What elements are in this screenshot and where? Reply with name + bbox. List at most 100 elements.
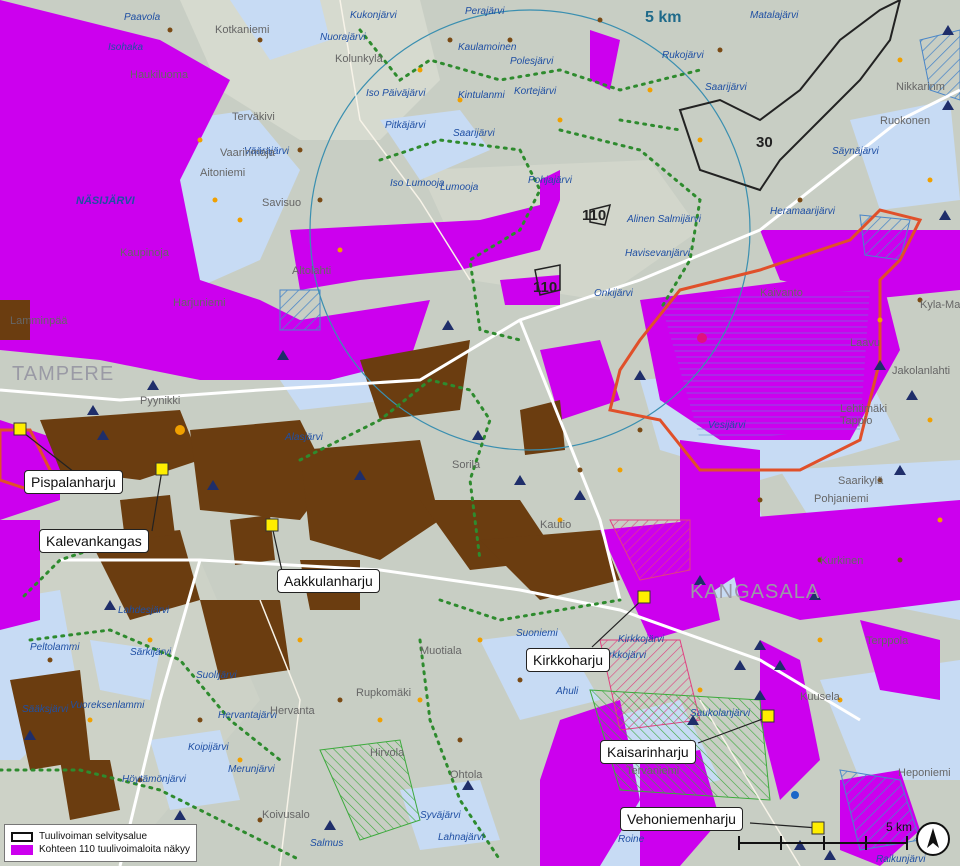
lake-label: Nuorajärvi [320, 32, 366, 43]
lake-label: Pitkäjärvi [385, 120, 426, 131]
svg-text:Tappio: Tappio [840, 415, 872, 427]
scale-bar-tick [780, 836, 782, 850]
lake-label: Syväjärvi [420, 810, 461, 821]
lake-label: Kaulamoinen [458, 42, 517, 53]
map-legend: Tuulivoiman selvitysalue Kohteen 110 tuu… [4, 824, 198, 862]
lake-label: Koipijärvi [188, 742, 229, 753]
lake-label: Paavola [124, 12, 161, 23]
svg-text:Harjuniemi: Harjuniemi [173, 297, 226, 309]
svg-text:Muotiala: Muotiala [420, 645, 462, 657]
lake-label: Polesjärvi [510, 56, 554, 67]
site-callout-aakkulanharju[interactable]: Aakkulanharju [277, 569, 380, 593]
lake-label: Rukojärvi [662, 50, 704, 61]
lake-label: Kortejärvi [514, 86, 557, 97]
lake-label: Lumooja [440, 182, 479, 193]
north-arrow-icon [916, 822, 950, 856]
protected-zone [279, 289, 321, 331]
svg-text:Ruokonen: Ruokonen [880, 115, 930, 127]
legend-item: Kohteen 110 tuulivoimaloita näkyy [11, 844, 190, 855]
svg-text:Lamminpää: Lamminpää [10, 315, 68, 327]
legend-swatch-outline [11, 831, 33, 842]
svg-text:Laavu: Laavu [850, 337, 880, 349]
lake-label: Saarijärvi [705, 82, 747, 93]
lake-label: Alasjärvi [284, 432, 324, 443]
svg-text:Terppola: Terppola [866, 635, 909, 647]
legend-label: Tuulivoiman selvitysalue [39, 831, 148, 842]
svg-text:Terväkivi: Terväkivi [232, 111, 275, 123]
lake-label: Hervantajärvi [218, 710, 278, 721]
lake-label: Salmus [310, 838, 343, 849]
lake-label: Matalajärvi [750, 10, 799, 21]
lake-label: Suolijärvi [196, 670, 237, 681]
svg-text:Kaivanto: Kaivanto [760, 287, 803, 299]
svg-text:Heponiemi: Heponiemi [898, 767, 951, 779]
svg-text:Tervaniemi: Tervaniemi [626, 765, 679, 777]
city-label: KANGASALA [690, 581, 820, 603]
lake-label: Alinen Salmijärvi [626, 214, 702, 225]
svg-text:Nikkarinm: Nikkarinm [896, 81, 945, 93]
map-canvas[interactable]: 5 km 30 110 110 TAMPERE KANGASALA Paavol… [0, 0, 960, 866]
scale-bar-tick [823, 836, 825, 850]
svg-text:Pohjaniemi: Pohjaniemi [814, 493, 868, 505]
distance-ring-label: 5 km [645, 9, 681, 26]
site-callout-kalevankangas[interactable]: Kalevankangas [39, 529, 149, 553]
lake-label: Vuoreksenlammi [70, 700, 145, 711]
legend-label: Kohteen 110 tuulivoimaloita näkyy [39, 844, 191, 855]
scale-bar-tick [738, 836, 740, 850]
study-area-center-marker[interactable] [697, 333, 707, 343]
lake-label: NÄSIJÄRVI [76, 194, 136, 207]
site-callout-vehoniemenharju[interactable]: Vehoniemenharju [620, 807, 743, 831]
svg-text:Jakolanlahti: Jakolanlahti [892, 365, 950, 377]
svg-text:Kuusela: Kuusela [800, 691, 841, 703]
lake-label: Pohjajärvi [528, 175, 573, 186]
lake-label: Roine [618, 834, 645, 845]
svg-text:Rupkomäki: Rupkomäki [356, 687, 411, 699]
lake-label: Iso Lumooja [390, 178, 445, 189]
svg-text:Lehtimäki: Lehtimäki [840, 403, 887, 415]
lake-label: Höytämönjärvi [122, 774, 187, 785]
road-number-label: 110 [582, 207, 606, 224]
svg-text:Aitoniemi: Aitoniemi [200, 167, 245, 179]
lake-label: Peltolammi [30, 642, 80, 653]
site-callout-pispalanharju[interactable]: Pispalanharju [24, 470, 123, 494]
legend-swatch-magenta [11, 844, 33, 855]
svg-text:Pyynikki: Pyynikki [140, 395, 180, 407]
site-callout-kirkkoharju[interactable]: Kirkkoharju [526, 648, 611, 672]
svg-text:Kurkinen: Kurkinen [820, 555, 863, 567]
point-marker[interactable] [791, 791, 799, 799]
scale-bar-label: 5 km [885, 820, 912, 834]
site-marker-kalevankangas[interactable] [155, 462, 169, 476]
svg-text:Kotkaniemi: Kotkaniemi [215, 24, 269, 36]
scale-bar-tick [865, 836, 867, 850]
site-marker-kaisarinharju[interactable] [761, 709, 775, 723]
road-number-label: 30 [756, 134, 773, 151]
svg-text:Hirvola: Hirvola [370, 747, 405, 759]
svg-text:Ohtola: Ohtola [450, 769, 483, 781]
svg-text:Kaupinoja: Kaupinoja [120, 247, 170, 259]
site-callout-kaisarinharju[interactable]: Kaisarinharju [600, 740, 696, 764]
svg-text:Altolahti: Altolahti [292, 265, 331, 277]
svg-text:Kautio: Kautio [540, 519, 571, 531]
svg-text:Saarikylä: Saarikylä [838, 475, 884, 487]
lake-label: Suoniemi [516, 628, 558, 639]
lake-label: Merunjärvi [228, 764, 275, 775]
site-marker-aakkulanharju[interactable] [265, 518, 279, 532]
site-marker-pispalanharju[interactable] [13, 422, 27, 436]
scale-bar: 5 km [738, 820, 912, 850]
lake-label: Kukonjärvi [350, 10, 397, 21]
lake-label: Onkijärvi [594, 288, 634, 299]
lake-label: Sääksjärvi [22, 704, 69, 715]
lake-label: Saarijärvi [453, 128, 495, 139]
lake-label: Saukolanjärvi [690, 708, 751, 719]
lake-label: Raikunjärvi [876, 854, 926, 865]
svg-text:Savisuo: Savisuo [262, 197, 301, 209]
lake-label: Iso Päiväjärvi [366, 88, 426, 99]
site-marker-kirkkoharju[interactable] [637, 590, 651, 604]
road-number-label: 110 [533, 279, 557, 296]
lake-label: Säynäjärvi [832, 146, 879, 157]
svg-text:Vaarinmaja: Vaarinmaja [220, 147, 276, 159]
map-view[interactable]: 5 km 30 110 110 TAMPERE KANGASALA Paavol… [0, 0, 960, 866]
svg-text:Kyla-Mattila: Kyla-Mattila [920, 299, 960, 311]
scale-bar-tick [906, 836, 908, 850]
lake-label: Särkijärvi [130, 647, 172, 658]
